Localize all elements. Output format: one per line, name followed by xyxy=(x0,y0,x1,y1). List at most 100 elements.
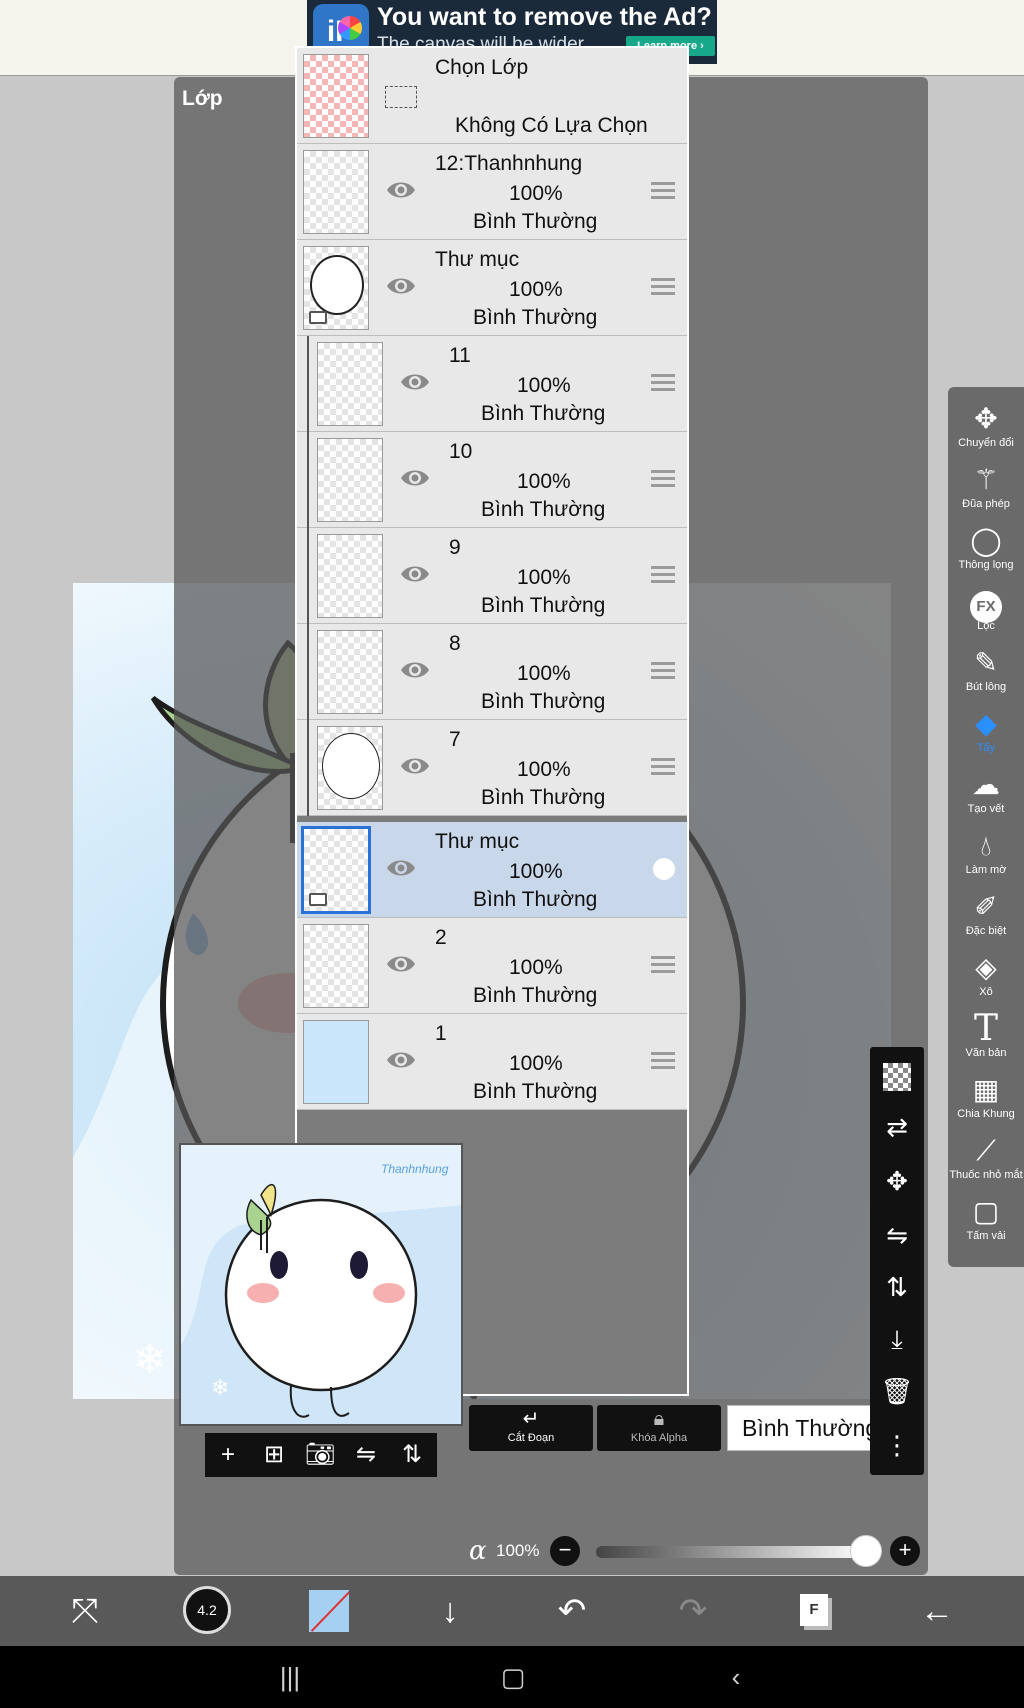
drag-handle-icon[interactable] xyxy=(651,956,675,974)
drag-handle-dot-icon[interactable] xyxy=(653,858,675,880)
tool-frame-divider[interactable]: ▦ Chia Khung xyxy=(948,1070,1024,1131)
color-swatch-button[interactable] xyxy=(309,1590,349,1632)
layer-row[interactable]: 2 100% Bình Thường xyxy=(297,918,687,1014)
visibility-eye-icon[interactable] xyxy=(399,558,431,590)
clipping-button[interactable]: ↵ Cắt Đoạn xyxy=(469,1405,593,1451)
layer-blend-mode: Bình Thường xyxy=(481,786,606,809)
transparent-checker-icon[interactable] xyxy=(870,1051,924,1099)
layer-row[interactable]: 10 100% Bình Thường xyxy=(297,432,687,528)
visibility-eye-icon[interactable] xyxy=(385,174,417,206)
back-icon[interactable]: ‹ xyxy=(696,1646,776,1708)
tool-transform[interactable]: ✥ Chuyển đổi xyxy=(948,399,1024,460)
lasso-icon: ◯ xyxy=(970,525,1002,556)
layer-row[interactable]: 1 100% Bình Thường xyxy=(297,1014,687,1110)
tool-eyedropper[interactable]: ⟋ Thuốc nhỏ mắt xyxy=(948,1131,1024,1192)
layer-name: 10 xyxy=(449,440,473,463)
drag-handle-icon[interactable] xyxy=(651,278,675,296)
drag-handle-icon[interactable] xyxy=(651,662,675,680)
flip-canvas-vertical-icon[interactable]: ⇅ xyxy=(389,1433,435,1477)
navigator-toolbar: + ⊞ 📷︎ ⇋ ⇅ xyxy=(205,1433,437,1477)
clip-arrow-icon: ↵ xyxy=(522,1408,540,1430)
visibility-eye-icon[interactable] xyxy=(385,948,417,980)
svg-text:❄: ❄ xyxy=(211,1375,229,1400)
frame-icon[interactable]: F xyxy=(800,1594,828,1626)
layer-opacity: 100% xyxy=(517,758,571,781)
back-arrow-icon[interactable]: ← xyxy=(902,1576,972,1646)
swap-layer-icon[interactable]: ⇄ xyxy=(870,1103,924,1151)
tool-lasso[interactable]: ◯ Thông lọng xyxy=(948,521,1024,582)
tool-canvas[interactable]: ▢ Tấm vải xyxy=(948,1192,1024,1253)
layer-row-folder[interactable]: Thư mục 100% Bình Thường xyxy=(297,240,687,336)
recent-apps-icon[interactable]: ||| xyxy=(250,1646,330,1708)
brush-size-button[interactable]: 4.2 xyxy=(183,1586,231,1634)
selection-layer-row[interactable]: Chọn Lớp Không Có Lựa Chọn xyxy=(297,48,687,144)
move-layer-icon[interactable]: ✥ xyxy=(870,1157,924,1205)
drag-handle-icon[interactable] xyxy=(651,374,675,392)
undo-icon[interactable]: ↶ xyxy=(537,1576,607,1646)
tool-magic-wand[interactable]: ⚚ Đũa phép xyxy=(948,460,1024,521)
visibility-eye-icon[interactable] xyxy=(385,852,417,884)
flip-vertical-icon[interactable]: ⇅ xyxy=(870,1263,924,1311)
drag-handle-icon[interactable] xyxy=(651,470,675,488)
tool-brush[interactable]: ✎ Bút lông xyxy=(948,643,1024,704)
lock-icon: 🔒︎ xyxy=(653,1408,665,1430)
visibility-eye-icon[interactable] xyxy=(399,750,431,782)
canvas-icon: ▢ xyxy=(972,1196,1000,1227)
layer-row[interactable]: 12:Thanhnhung 100% Bình Thường xyxy=(297,144,687,240)
visibility-eye-icon[interactable] xyxy=(399,366,431,398)
visibility-eye-icon[interactable] xyxy=(385,1044,417,1076)
add-layer-box-icon[interactable]: ⊞ xyxy=(251,1433,297,1477)
more-options-icon[interactable]: ⋮ xyxy=(870,1421,924,1469)
layer-operations-bar: ⇄ ✥ ⇋ ⇅ ⤓ 🗑︎ ⋮ xyxy=(870,1047,924,1475)
redo-icon[interactable]: ↷ xyxy=(658,1576,728,1646)
camera-icon[interactable]: 📷︎ xyxy=(297,1433,343,1477)
drag-handle-icon[interactable] xyxy=(651,182,675,200)
layer-opacity: 100% xyxy=(509,956,563,979)
opacity-slider-knob[interactable] xyxy=(850,1535,882,1567)
drag-handle-icon[interactable] xyxy=(651,1052,675,1070)
opacity-slider-track[interactable] xyxy=(596,1546,866,1558)
folder-thumbnail xyxy=(301,826,371,914)
tool-special[interactable]: ✐ Đặc biệt xyxy=(948,887,1024,948)
layer-row-folder-selected[interactable]: Thư mục 100% Bình Thường xyxy=(297,822,687,918)
trash-icon[interactable]: 🗑︎ xyxy=(870,1367,924,1415)
opacity-minus-button[interactable]: − xyxy=(550,1536,580,1566)
layer-row[interactable]: 7 100% Bình Thường xyxy=(297,720,687,816)
merge-down-icon[interactable]: ⤓ xyxy=(870,1315,924,1363)
home-icon[interactable]: ▢ xyxy=(473,1646,553,1708)
folder-icon xyxy=(309,893,327,906)
down-arrow-icon[interactable]: ↓ xyxy=(415,1576,485,1646)
layer-name: Thư mục xyxy=(435,830,520,853)
layer-row[interactable]: 11 100% Bình Thường xyxy=(297,336,687,432)
svg-text:❄: ❄ xyxy=(133,1338,167,1382)
drag-handle-icon[interactable] xyxy=(651,566,675,584)
add-layer-icon[interactable]: + xyxy=(205,1433,251,1477)
ad-title: You want to remove the Ad? xyxy=(377,3,712,31)
tool-text[interactable]: T Văn bản xyxy=(948,1009,1024,1070)
layer-name: 12:Thanhnhung xyxy=(435,152,583,175)
alpha-lock-button[interactable]: 🔒︎ Khóa Alpha xyxy=(597,1405,721,1451)
layer-name: Thư mục xyxy=(435,248,520,271)
tool-switch-icon[interactable]: ⤧ xyxy=(50,1576,120,1646)
blur-drop-icon: 💧︎ xyxy=(980,830,992,861)
folder-icon xyxy=(309,311,327,324)
layer-row[interactable]: 8 100% Bình Thường xyxy=(297,624,687,720)
visibility-eye-icon[interactable] xyxy=(385,270,417,302)
layer-name: Chọn Lớp xyxy=(435,56,529,79)
layer-row[interactable]: 9 100% Bình Thường xyxy=(297,528,687,624)
visibility-eye-icon[interactable] xyxy=(399,462,431,494)
opacity-plus-button[interactable]: + xyxy=(890,1536,920,1566)
blend-mode-select[interactable]: Bình Thường xyxy=(727,1405,893,1451)
tool-eraser[interactable]: ◆ Tẩy xyxy=(948,704,1024,765)
layer-opacity: 100% xyxy=(509,1052,563,1075)
navigator-preview[interactable]: Thanhnhung ❄ xyxy=(179,1143,463,1426)
visibility-eye-icon[interactable] xyxy=(399,654,431,686)
tool-bucket[interactable]: ◈ Xô xyxy=(948,948,1024,1009)
layer-blend-mode: Bình Thường xyxy=(481,498,606,521)
flip-horizontal-icon[interactable]: ⇋ xyxy=(870,1211,924,1259)
drag-handle-icon[interactable] xyxy=(651,758,675,776)
flip-canvas-horizontal-icon[interactable]: ⇋ xyxy=(343,1433,389,1477)
tool-smudge[interactable]: ☁ Tạo vết xyxy=(948,765,1024,826)
tool-filter[interactable]: FX Lọc xyxy=(948,582,1024,643)
tool-blur[interactable]: 💧︎ Làm mờ xyxy=(948,826,1024,887)
